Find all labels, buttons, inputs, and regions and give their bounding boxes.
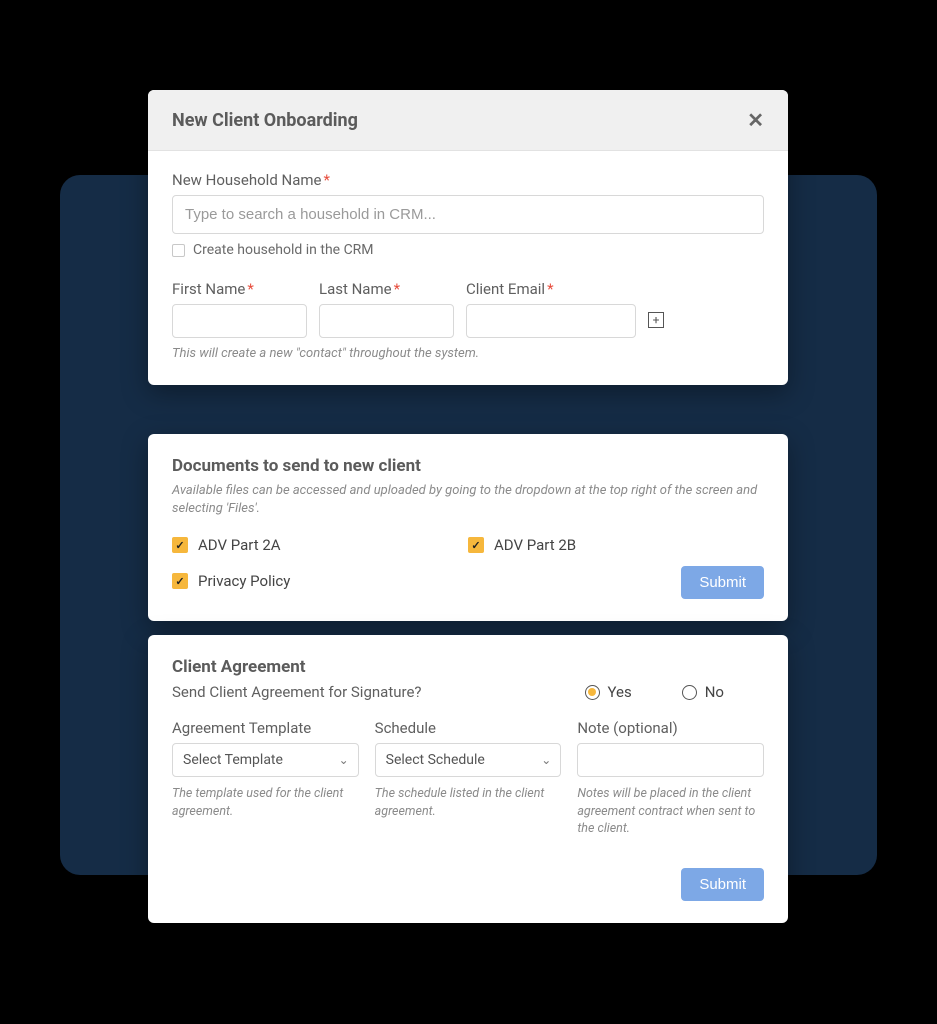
required-asterisk: * <box>323 171 329 189</box>
client-email-label: Client Email* <box>466 280 636 298</box>
household-name-input[interactable] <box>172 195 764 234</box>
first-name-label: First Name* <box>172 280 307 298</box>
schedule-select[interactable]: Select Schedule <box>375 743 562 777</box>
last-name-col: Last Name* <box>319 280 454 338</box>
document-item-privacy: ✓ Privacy Policy <box>172 572 468 590</box>
document-label: ADV Part 2B <box>494 536 576 554</box>
template-select[interactable]: Select Template <box>172 743 359 777</box>
radio-yes-label: Yes <box>608 683 632 701</box>
schedule-help: The schedule listed in the client agreem… <box>375 785 562 820</box>
client-email-input[interactable] <box>466 304 636 338</box>
document-label: ADV Part 2A <box>198 536 281 554</box>
create-household-row: Create household in the CRM <box>172 242 764 258</box>
household-name-label-text: New Household Name <box>172 171 321 189</box>
first-name-col: First Name* <box>172 280 307 338</box>
schedule-col: Schedule Select Schedule ⌄ The schedule … <box>375 719 562 838</box>
note-label: Note (optional) <box>577 719 764 737</box>
document-checkbox[interactable]: ✓ <box>468 537 484 553</box>
required-asterisk: * <box>394 280 400 298</box>
document-item-adv-2b: ✓ ADV Part 2B <box>468 536 764 554</box>
document-item-adv-2a: ✓ ADV Part 2A <box>172 536 468 554</box>
last-name-label: Last Name* <box>319 280 454 298</box>
note-help: Notes will be placed in the client agree… <box>577 785 764 838</box>
schedule-label: Schedule <box>375 719 562 737</box>
template-col: Agreement Template Select Template ⌄ The… <box>172 719 359 838</box>
household-name-label: New Household Name* <box>172 171 764 189</box>
last-name-input[interactable] <box>319 304 454 338</box>
create-household-checkbox[interactable] <box>172 244 185 257</box>
agreement-submit-button[interactable]: Submit <box>681 868 764 901</box>
required-asterisk: * <box>547 280 553 298</box>
note-col: Note (optional) Notes will be placed in … <box>577 719 764 838</box>
client-email-col: Client Email* <box>466 280 636 338</box>
last-name-label-text: Last Name <box>319 280 392 298</box>
first-name-input[interactable] <box>172 304 307 338</box>
document-label: Privacy Policy <box>198 572 290 590</box>
template-select-wrap: Select Template ⌄ <box>172 743 359 777</box>
document-checkbox[interactable]: ✓ <box>172 537 188 553</box>
documents-title: Documents to send to new client <box>172 456 764 476</box>
agreement-card: Client Agreement Send Client Agreement f… <box>148 635 788 923</box>
onboarding-modal: New Client Onboarding ✕ New Household Na… <box>148 90 788 385</box>
radio-yes-indicator <box>585 685 600 700</box>
modal-body: New Household Name* Create household in … <box>148 151 788 385</box>
required-asterisk: * <box>247 280 253 298</box>
close-icon[interactable]: ✕ <box>747 108 764 132</box>
client-email-label-text: Client Email <box>466 280 545 298</box>
radio-no-indicator <box>682 685 697 700</box>
note-input[interactable] <box>577 743 764 777</box>
agreement-radio-group: Yes No <box>585 683 725 701</box>
modal-title: New Client Onboarding <box>172 110 358 131</box>
agreement-question: Send Client Agreement for Signature? <box>172 683 585 701</box>
schedule-select-wrap: Select Schedule ⌄ <box>375 743 562 777</box>
documents-card: Documents to send to new client Availabl… <box>148 434 788 621</box>
agreement-fields-row: Agreement Template Select Template ⌄ The… <box>172 719 764 838</box>
agreement-submit-row: Submit <box>172 868 764 901</box>
agreement-title: Client Agreement <box>172 657 764 677</box>
first-name-label-text: First Name <box>172 280 245 298</box>
name-email-row: First Name* Last Name* Client Email* + <box>172 280 764 338</box>
modal-header: New Client Onboarding ✕ <box>148 90 788 151</box>
template-help: The template used for the client agreeme… <box>172 785 359 820</box>
documents-help: Available files can be accessed and uplo… <box>172 482 764 518</box>
contact-help-text: This will create a new "contact" through… <box>172 346 764 361</box>
radio-no[interactable]: No <box>682 683 724 701</box>
template-label: Agreement Template <box>172 719 359 737</box>
radio-yes[interactable]: Yes <box>585 683 632 701</box>
agreement-question-row: Send Client Agreement for Signature? Yes… <box>172 683 764 701</box>
create-household-label: Create household in the CRM <box>193 242 374 258</box>
radio-no-label: No <box>705 683 724 701</box>
add-contact-icon[interactable]: + <box>648 312 664 328</box>
documents-submit-button[interactable]: Submit <box>681 566 764 599</box>
document-checkbox[interactable]: ✓ <box>172 573 188 589</box>
